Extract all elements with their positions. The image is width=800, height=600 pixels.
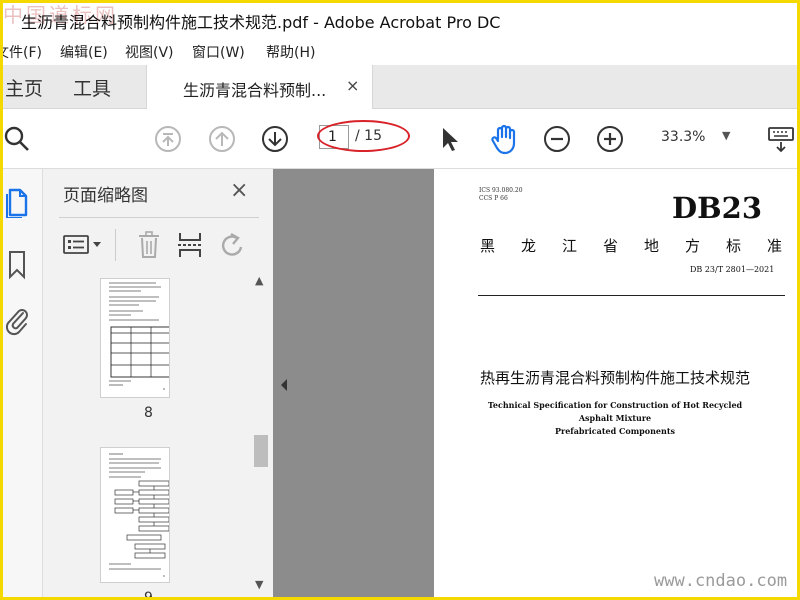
- tab-home[interactable]: 主页: [5, 74, 43, 101]
- ics-code: ICS 93.080.20 CCS P 66: [479, 187, 523, 203]
- document-title-en: Technical Specification for Construction…: [474, 399, 756, 438]
- menu-help[interactable]: 帮助(H): [266, 42, 315, 62]
- watermark-bottom: www.cndao.com: [654, 571, 788, 591]
- zoom-level[interactable]: 33.3%: [661, 129, 705, 145]
- zoom-dropdown-icon[interactable]: ▼: [722, 129, 730, 142]
- delete-page-icon[interactable]: [135, 229, 163, 261]
- acrobat-window: 中国道标网 生沥青混合料预制构件施工技术规范.pdf - Adobe Acrob…: [3, 3, 797, 597]
- thumbnails-panel: 页面缩略图 × 8 ▲ ▼: [43, 169, 273, 597]
- thumbnail-list: 8: [43, 270, 251, 597]
- ics-line: ICS 93.080.20: [479, 187, 523, 194]
- previous-page-icon[interactable]: [207, 124, 237, 154]
- tab-document[interactable]: 生沥青混合料预制... ×: [146, 65, 373, 110]
- toolbar: 1 / 15 33.3% ▼: [3, 109, 797, 169]
- title-en-line: Prefabricated Components: [554, 426, 676, 436]
- standard-type: 黑龙江省地方标准: [480, 237, 797, 255]
- keyboard-scroll-icon[interactable]: [765, 123, 797, 155]
- hand-tool-icon[interactable]: [487, 122, 521, 156]
- next-page-icon[interactable]: [260, 124, 290, 154]
- document-background: [297, 169, 434, 597]
- insert-page-icon[interactable]: [176, 229, 204, 261]
- thumbnail-page-8[interactable]: [101, 279, 169, 397]
- panel-close-icon[interactable]: ×: [230, 178, 248, 203]
- scrollbar-thumb[interactable]: [254, 435, 268, 467]
- window-title: 生沥青混合料预制构件施工技术规范.pdf - Adobe Acrobat Pro…: [21, 13, 501, 32]
- thumbnail-page-9[interactable]: [101, 448, 169, 582]
- select-cursor-icon[interactable]: [435, 124, 463, 154]
- document-title-cn: 热再生沥青混合料预制构件施工技术规范: [480, 369, 751, 387]
- tab-document-label: 生沥青混合料预制...: [183, 81, 327, 100]
- tab-tools[interactable]: 工具: [73, 74, 111, 101]
- attachments-icon[interactable]: [3, 303, 31, 337]
- menu-edit[interactable]: 编辑(E): [60, 42, 108, 62]
- db-code: DB23: [672, 191, 763, 225]
- options-menu-icon[interactable]: [61, 232, 105, 258]
- thumbnail-scrollbar[interactable]: ▲ ▼: [250, 270, 272, 597]
- red-highlight-circle: [317, 120, 410, 152]
- search-icon[interactable]: [3, 124, 33, 154]
- tab-bar: 主页 工具 生沥青混合料预制... ×: [3, 65, 797, 110]
- bookmarks-icon[interactable]: [5, 249, 29, 281]
- zoom-in-icon[interactable]: [595, 124, 625, 154]
- tool-divider: [115, 229, 116, 261]
- title-bar: 中国道标网 生沥青混合料预制构件施工技术规范.pdf - Adobe Acrob…: [3, 3, 797, 39]
- ccs-line: CCS P 66: [479, 195, 508, 202]
- document-view[interactable]: ICS 93.080.20 CCS P 66 DB23 黑龙江省地方标准 DB …: [273, 169, 797, 597]
- header-rule: [478, 295, 785, 296]
- zoom-out-icon[interactable]: [542, 124, 572, 154]
- tab-close-icon[interactable]: ×: [346, 76, 359, 95]
- menu-bar: 文件(F) 编辑(E) 视图(V) 窗口(W) 帮助(H): [3, 39, 797, 65]
- standard-number: DB 23/T 2801—2021: [690, 265, 775, 274]
- pdf-page: ICS 93.080.20 CCS P 66 DB23 黑龙江省地方标准 DB …: [434, 169, 797, 597]
- scroll-up-icon[interactable]: ▲: [255, 274, 263, 287]
- collapse-panel-icon[interactable]: [279, 377, 293, 397]
- panel-divider: [59, 217, 259, 218]
- first-page-icon[interactable]: [153, 124, 183, 154]
- scroll-down-icon[interactable]: ▼: [255, 578, 263, 591]
- page-thumbnails-icon[interactable]: [5, 187, 31, 219]
- menu-window[interactable]: 窗口(W): [192, 42, 245, 62]
- rotate-page-icon[interactable]: [218, 229, 248, 261]
- left-rail: [3, 169, 43, 597]
- thumbnail-page-number: 8: [144, 405, 153, 421]
- menu-file[interactable]: 文件(F): [3, 42, 42, 62]
- title-en-line: Technical Specification for Construction…: [487, 400, 743, 423]
- menu-view[interactable]: 视图(V): [125, 42, 174, 62]
- thumbnail-page-number: 9: [144, 590, 153, 597]
- panel-title: 页面缩略图: [63, 186, 148, 206]
